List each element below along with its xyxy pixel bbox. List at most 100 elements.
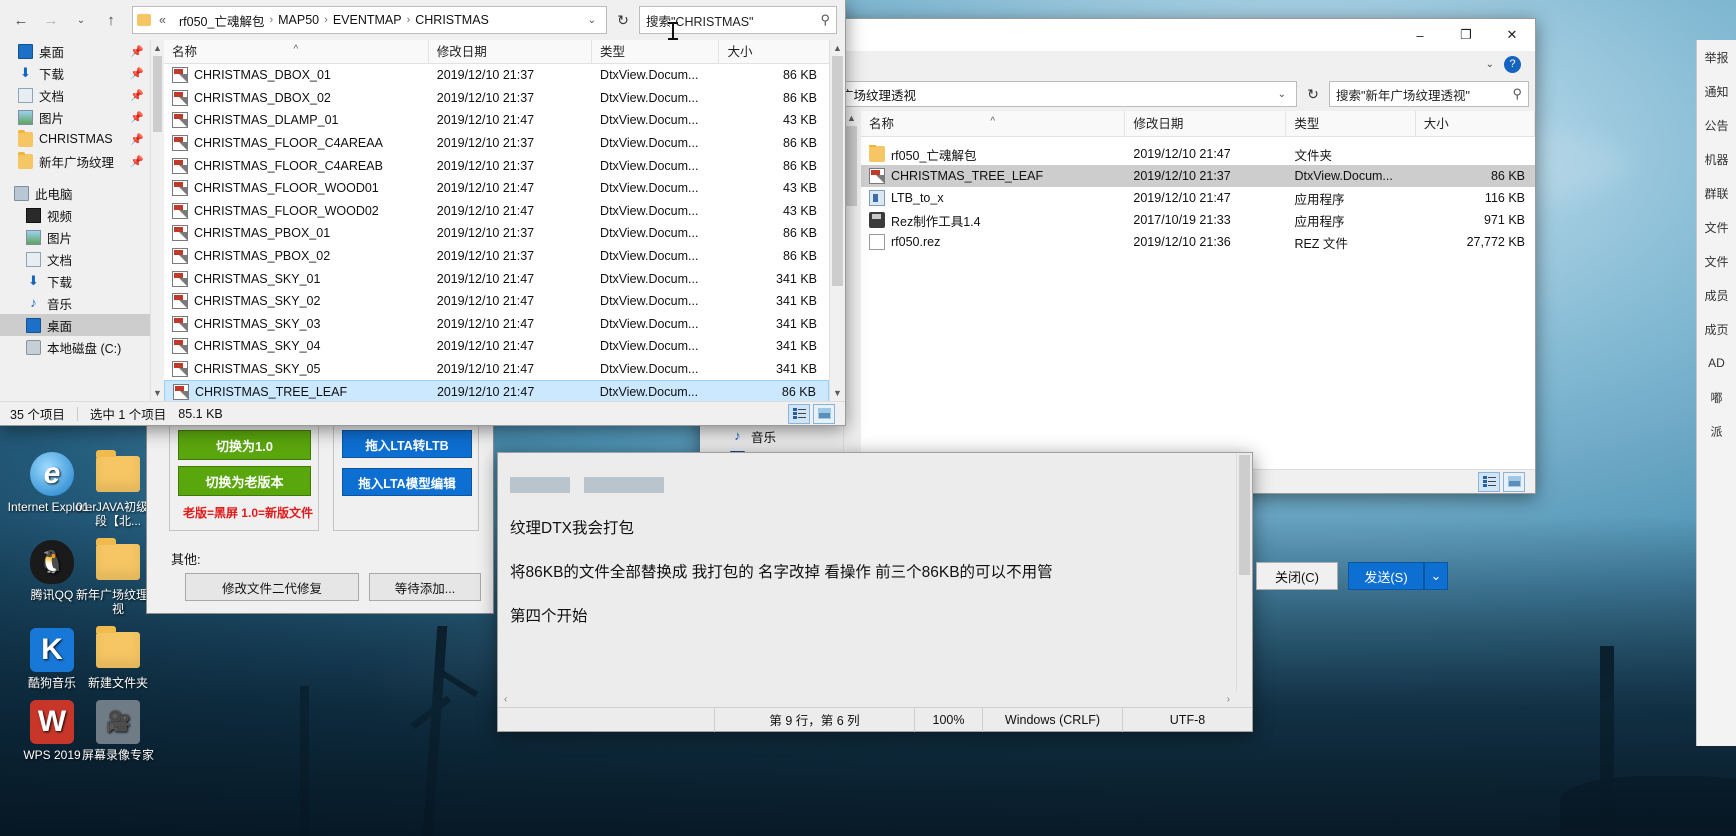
breadcrumb-item[interactable]: EVENTMAP [333,13,402,27]
sidebar-item-christmas[interactable]: CHRISTMAS 📌 [0,128,150,150]
help-icon[interactable]: ? [1504,56,1521,73]
sidebar-item-pictures[interactable]: 图片 [0,226,150,248]
column-date[interactable]: 修改日期 [1125,111,1286,137]
recent-locations-button[interactable]: ⌄ [68,7,94,33]
lta-model-edit-button[interactable]: 拖入LTA模型编辑 [342,468,472,496]
sidebar-item-pictures-quick[interactable]: 图片 📌 [0,106,150,128]
column-name[interactable]: ^ 名称 [164,40,429,64]
column-type[interactable]: 类型 [1286,111,1415,137]
rail-item[interactable]: 嘟 [1697,380,1736,414]
scroll-left-icon[interactable]: ‹ [498,694,507,705]
pin-icon[interactable]: 📌 [130,45,150,58]
pin-icon[interactable]: 📌 [130,133,150,146]
table-row[interactable]: LTB_to_x 2019/12/10 21:47 应用程序 116 KB [861,187,1535,209]
desktop-icon-screen-recorder[interactable]: 🎥 屏幕录像专家 [72,700,164,762]
table-row[interactable]: CHRISTMAS_SKY_042019/12/10 21:47DtxView.… [164,335,829,358]
rail-item[interactable]: 派 [1697,414,1736,448]
pin-icon[interactable]: 📌 [130,67,150,80]
send-button[interactable]: 发送(S) [1348,562,1424,590]
scroll-up-icon[interactable]: ▲ [151,40,164,56]
scroll-right-icon[interactable]: › [1227,694,1252,705]
address-dropdown-icon[interactable]: ⌄ [582,15,602,26]
lta-to-ltb-button[interactable]: 拖入LTA转LTB [342,430,472,458]
table-row[interactable]: CHRISTMAS_SKY_052019/12/10 21:47DtxView.… [164,358,829,381]
close-button[interactable]: ✕ [1489,19,1535,51]
up-button[interactable]: ↑ [98,7,124,33]
table-row[interactable]: rf050_亡魂解包 2019/12/10 21:47 文件夹 [861,143,1535,165]
switch-to-10-button[interactable]: 切换为1.0 [178,430,311,460]
column-date[interactable]: 修改日期 [429,40,592,64]
thumbnail-view-icon[interactable] [813,404,835,424]
column-name[interactable]: ^ 名称 [861,111,1125,137]
search-input[interactable]: 搜索"新年广场纹理透视" ⚲ [1329,81,1529,107]
editor-horizontal-scrollbar[interactable]: ‹ › [498,691,1252,707]
editor-vertical-scrollbar[interactable] [1236,453,1252,691]
table-row[interactable]: CHRISTMAS_TREE_LEAF2019/12/10 21:47DtxVi… [164,380,829,401]
details-view-icon[interactable] [788,404,810,424]
thumbnail-view-icon[interactable] [1503,472,1525,492]
sidebar-item-videos[interactable]: 视频 [0,204,150,226]
scroll-down-icon[interactable]: ▼ [151,385,164,401]
sidebar-item-documents-quick[interactable]: 文档 📌 [0,84,150,106]
sidebar-item-music[interactable]: ♪ 音乐 [700,425,860,447]
file-list-scrollbar-1[interactable]: ▲ ▼ [829,40,845,401]
minimize-button[interactable]: – [1397,19,1443,51]
fix-file-button[interactable]: 修改文件二代修复 [185,573,359,601]
sidebar-item-music[interactable]: ♪ 音乐 [0,292,150,314]
sidebar-item-documents[interactable]: 文档 [0,248,150,270]
rail-item[interactable]: AD [1697,346,1736,380]
rail-item[interactable]: 机器 [1697,142,1736,176]
editor-body[interactable]: 纹理DTX我会打包 将86KB的文件全部替换成 我打包的 名字改掉 看操作 前三… [498,453,1252,731]
column-type[interactable]: 类型 [592,40,719,64]
breadcrumb-item[interactable]: rf050_亡魂解包 [179,11,264,30]
rail-item[interactable]: 公告 [1697,108,1736,142]
address-bar-1[interactable]: « rf050_亡魂解包 › MAP50 › EVENTMAP › CHRIST… [132,6,607,34]
scroll-up-icon[interactable]: ▲ [830,40,845,56]
maximize-button[interactable]: ❐ [1443,19,1489,51]
send-dropdown-icon[interactable]: ⌄ [1424,562,1448,590]
sidebar-item-downloads[interactable]: ⬇ 下载 [0,270,150,292]
rail-item[interactable]: 通知 [1697,74,1736,108]
table-row[interactable]: CHRISTMAS_PBOX_022019/12/10 21:37DtxView… [164,245,829,268]
sidebar-item-xinnian[interactable]: 新年广场纹理 📌 [0,150,150,172]
pin-icon[interactable]: 📌 [130,155,150,168]
table-row[interactable]: Rez制作工具1.4 2017/10/19 21:33 应用程序 971 KB [861,209,1535,231]
rail-item[interactable]: 成员 [1697,278,1736,312]
table-row[interactable]: CHRISTMAS_FLOOR_C4AREAA2019/12/10 21:37D… [164,132,829,155]
table-row[interactable]: rf050.rez 2019/12/10 21:36 REZ 文件 27,772… [861,231,1535,253]
table-row[interactable]: CHRISTMAS_DBOX_012019/12/10 21:37DtxView… [164,64,829,87]
table-row[interactable]: CHRISTMAS_PBOX_012019/12/10 21:37DtxView… [164,222,829,245]
rail-item[interactable]: 群联 [1697,176,1736,210]
ribbon-collapse-icon[interactable]: ⌄ [1486,59,1494,70]
rail-item[interactable]: 举报 [1697,40,1736,74]
search-input-1[interactable]: 搜索"CHRISTMAS" ⚲ [639,6,837,34]
pin-icon[interactable]: 📌 [130,89,150,102]
sidebar-item-local-disk-c[interactable]: 本地磁盘 (C:) [0,336,150,358]
switch-to-old-button[interactable]: 切换为老版本 [178,466,311,496]
column-size[interactable]: 大小 [719,40,829,64]
pending-add-button[interactable]: 等待添加... [369,573,481,601]
table-row[interactable]: CHRISTMAS_FLOOR_WOOD022019/12/10 21:47Dt… [164,200,829,223]
table-row[interactable]: CHRISTMAS_DLAMP_012019/12/10 21:47DtxVie… [164,109,829,132]
sidebar-item-desktop[interactable]: 桌面 [0,314,150,336]
forward-button[interactable]: → [38,7,64,33]
table-row[interactable]: CHRISTMAS_FLOOR_C4AREAB2019/12/10 21:37D… [164,154,829,177]
table-row[interactable]: CHRISTMAS_TREE_LEAF 2019/12/10 21:37 Dtx… [861,165,1535,187]
scroll-down-icon[interactable]: ▼ [830,385,845,401]
sidebar-item-downloads-quick[interactable]: ⬇ 下载 📌 [0,62,150,84]
table-row[interactable]: CHRISTMAS_FLOOR_WOOD012019/12/10 21:47Dt… [164,177,829,200]
address-bar[interactable]: 新年广场纹理透视 ⌄ [811,81,1297,107]
rail-item[interactable]: 文件 [1697,244,1736,278]
rail-item[interactable]: 成页 [1697,312,1736,346]
sidebar-item-this-pc[interactable]: 此电脑 [0,182,150,204]
editor-text-area[interactable]: 纹理DTX我会打包 将86KB的文件全部替换成 我打包的 名字改掉 看操作 前三… [510,463,1224,639]
table-row[interactable]: CHRISTMAS_SKY_022019/12/10 21:47DtxView.… [164,290,829,313]
table-row[interactable]: CHRISTMAS_SKY_012019/12/10 21:47DtxView.… [164,267,829,290]
rail-item[interactable]: 文件 [1697,210,1736,244]
breadcrumb-item[interactable]: CHRISTMAS [415,13,489,27]
refresh-icon[interactable]: ↻ [1301,81,1325,107]
details-view-icon[interactable] [1478,472,1500,492]
breadcrumb-item[interactable]: MAP50 [278,13,319,27]
column-size[interactable]: 大小 [1416,111,1535,137]
address-dropdown-icon[interactable]: ⌄ [1272,89,1292,100]
